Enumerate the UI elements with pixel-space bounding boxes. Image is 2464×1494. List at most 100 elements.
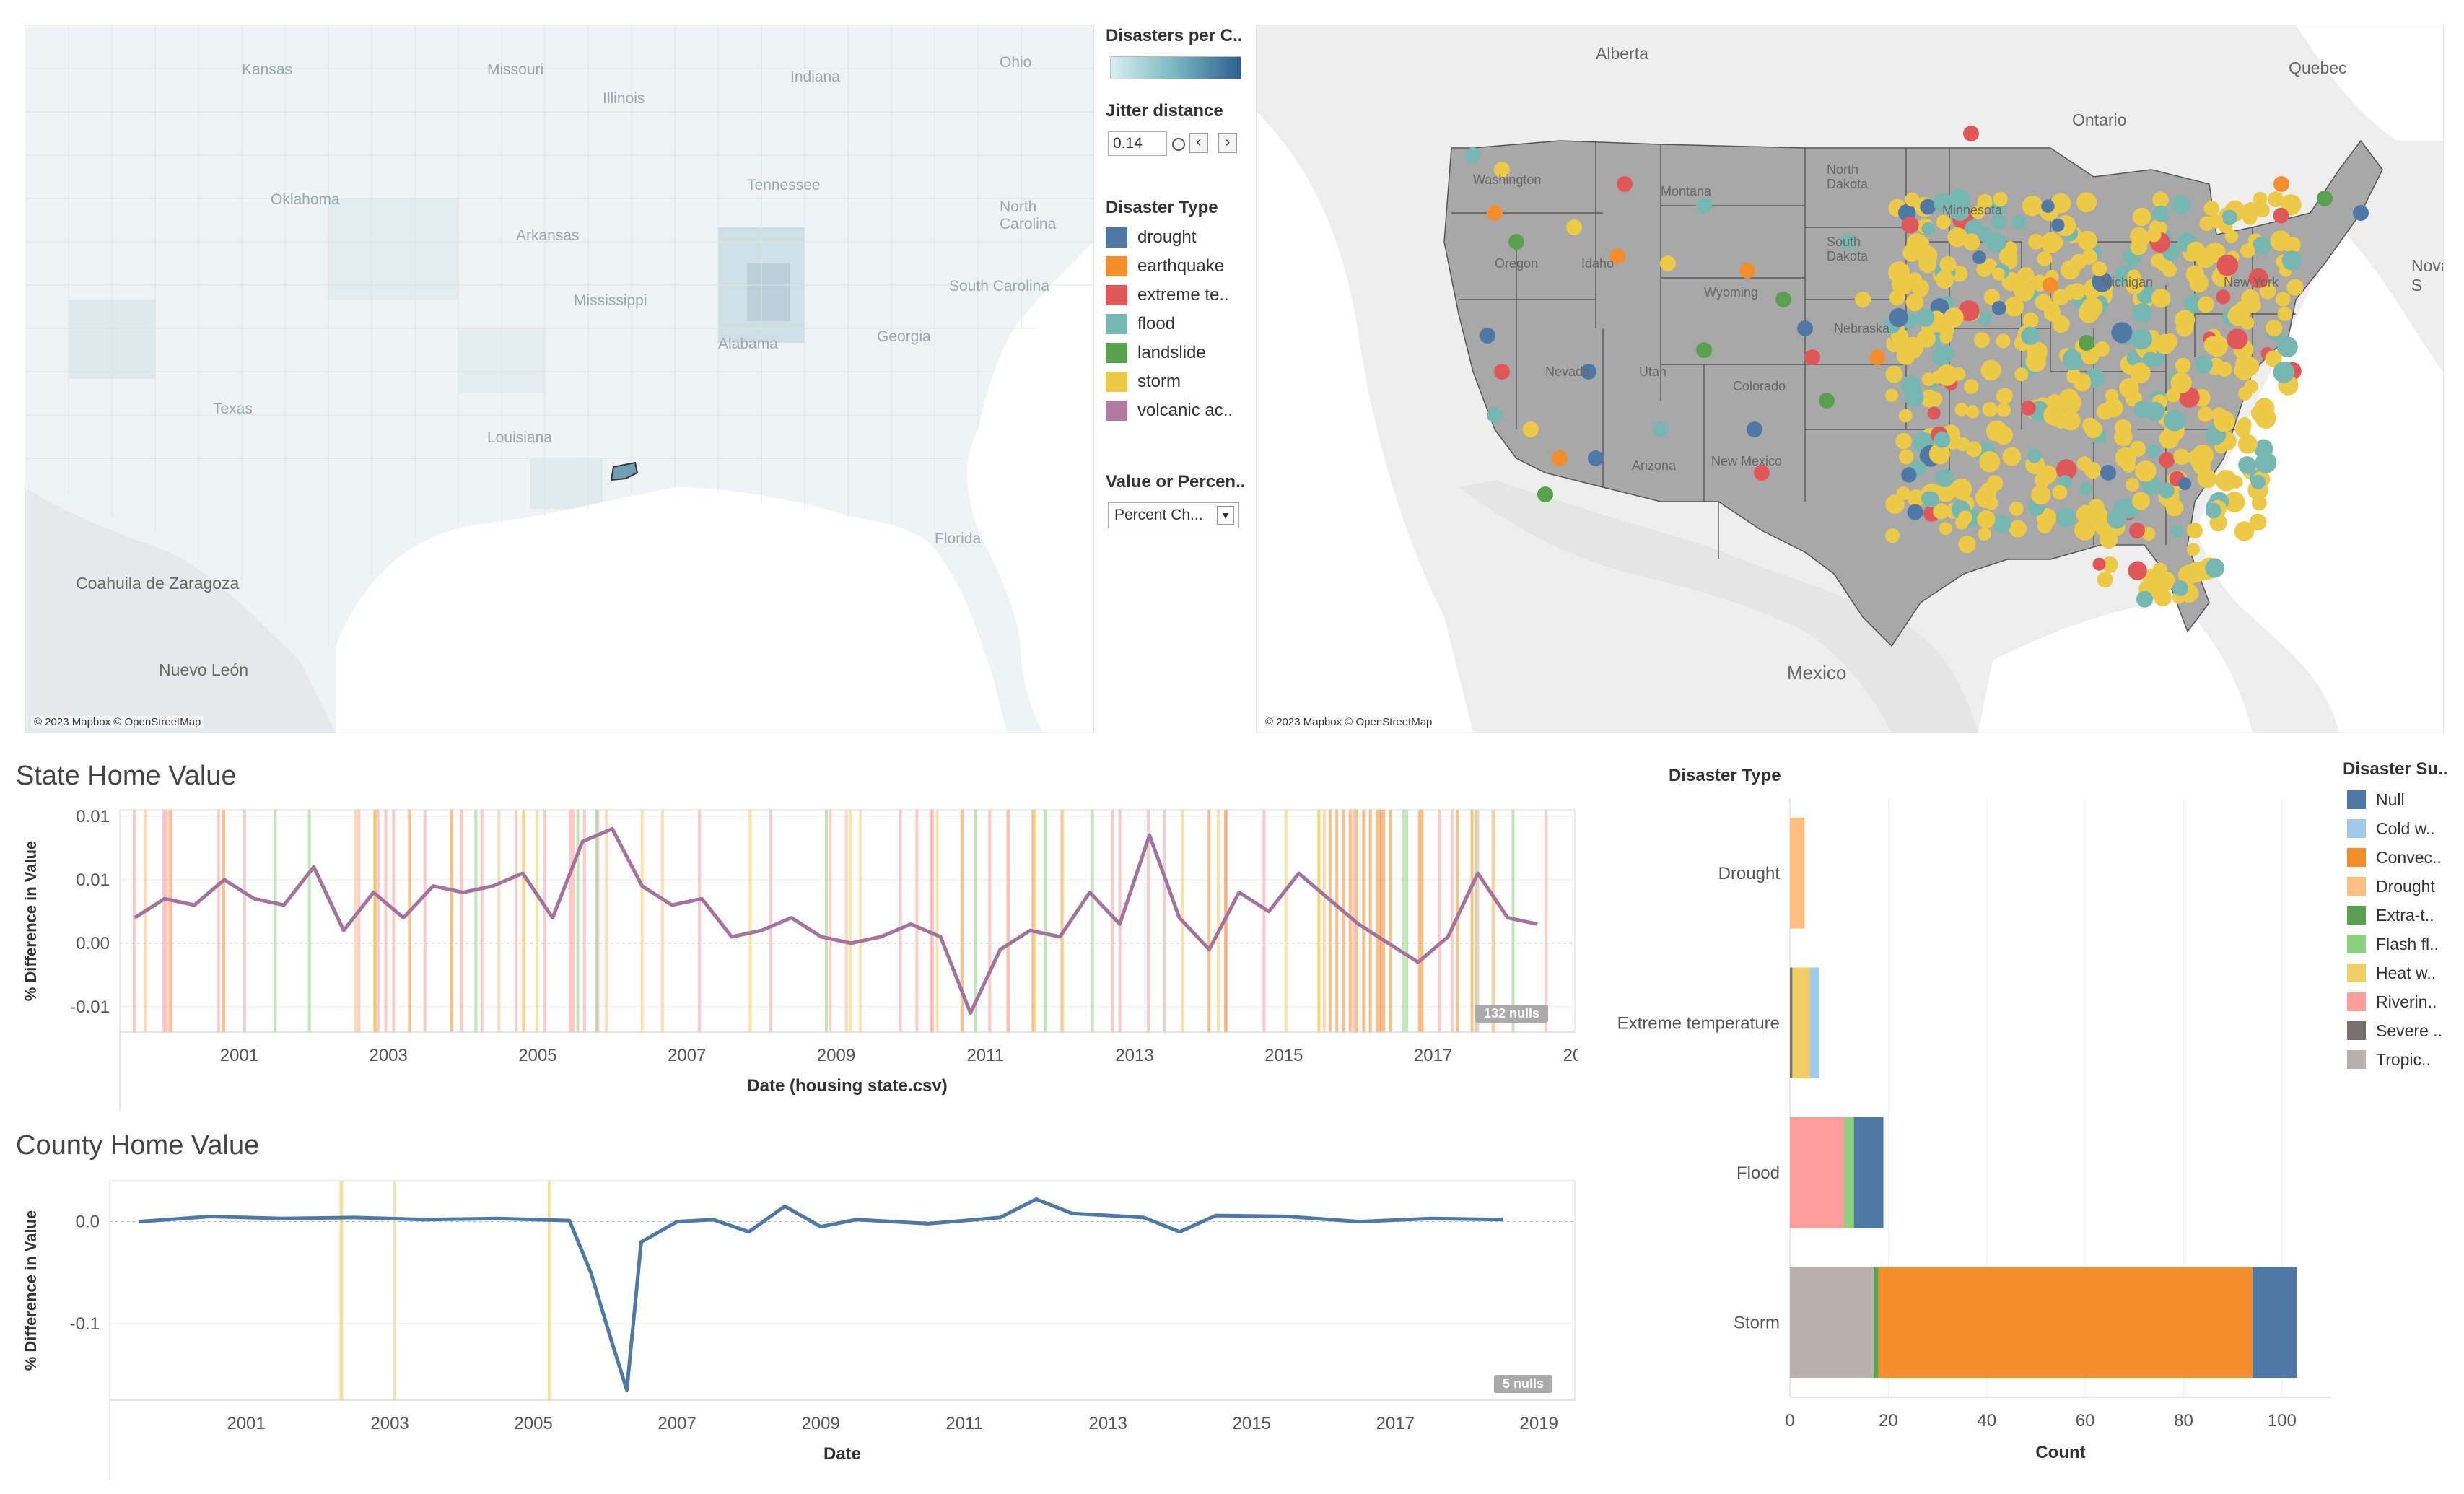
disaster-band[interactable] [217,810,220,1032]
disaster-point[interactable] [2094,341,2110,357]
disaster-point[interactable] [2273,176,2289,192]
bar-segment[interactable] [1790,967,1793,1079]
disaster-band[interactable] [1476,810,1480,1032]
county-home-value-chart[interactable]: 0.0 -0.1 2001 2003 2005 2007 2009 2011 2013 2015 2… [12,1174,1578,1494]
disaster-band[interactable] [1405,810,1409,1032]
disaster-point[interactable] [2092,261,2107,276]
disaster-point[interactable] [1936,270,1954,289]
disaster-band[interactable] [1375,810,1379,1032]
disaster-band[interactable] [1007,810,1010,1032]
disaster-point[interactable] [1985,497,1998,510]
disaster-point[interactable] [1907,504,1923,520]
disaster-point[interactable] [2135,460,2157,482]
disaster-point[interactable] [1978,227,1993,243]
disaster-band[interactable] [640,810,644,1032]
disaster-band[interactable] [935,810,939,1032]
disaster-point[interactable] [1908,272,1923,287]
disaster-point[interactable] [2286,279,2304,296]
disaster-point[interactable] [1996,333,2011,349]
disaster-point[interactable] [1916,328,1936,348]
subtype-legend-item[interactable]: Convec.. [2347,847,2442,868]
disaster-point[interactable] [2146,444,2161,458]
disaster-point[interactable] [2203,200,2220,217]
disaster-point[interactable] [2076,192,2097,213]
disaster-point[interactable] [2281,250,2302,271]
disaster-point[interactable] [1696,198,1712,214]
disaster-point[interactable] [1885,528,1900,543]
disaster-band[interactable] [1417,810,1421,1032]
disaster-band[interactable] [1335,810,1339,1032]
disaster-band[interactable] [930,810,933,1032]
disaster-point[interactable] [2053,289,2069,305]
disaster-band[interactable] [1450,810,1454,1032]
disaster-band[interactable] [1328,810,1332,1032]
disaster-point[interactable] [2115,419,2131,436]
disaster-band[interactable] [222,810,226,1032]
disaster-band[interactable] [522,810,525,1032]
disaster-point[interactable] [2100,465,2116,481]
disaster-band[interactable] [915,810,919,1032]
subtype-legend-item[interactable]: Flash fl.. [2347,934,2439,954]
disaster-band[interactable] [988,810,992,1032]
disaster-type-legend-item[interactable]: extreme te.. [1106,284,1229,306]
disaster-point[interactable] [2136,590,2153,608]
disaster-point[interactable] [1487,205,1503,221]
disaster-band[interactable] [1217,810,1220,1032]
disaster-point[interactable] [2052,484,2068,500]
disaster-point[interactable] [1617,176,1633,192]
bar-segment[interactable] [1853,1117,1884,1228]
disaster-point[interactable] [1660,255,1676,271]
right-us-map[interactable]: Alberta Quebec Ontario Nova S Washington… [1256,25,2444,733]
disaster-point[interactable] [2132,207,2151,227]
bar-segment[interactable] [1873,1267,1879,1379]
disaster-point[interactable] [2038,465,2057,484]
jitter-distance-input[interactable] [1108,131,1167,156]
disaster-band[interactable] [357,810,361,1032]
disaster-point[interactable] [2277,307,2292,321]
disaster-point[interactable] [2203,336,2222,354]
disaster-point[interactable] [1921,222,1935,235]
disaster-point[interactable] [2193,458,2211,476]
disaster-band[interactable] [408,810,411,1032]
disaster-point[interactable] [2173,448,2190,466]
disaster-point[interactable] [2131,492,2150,510]
disaster-point[interactable] [2041,199,2055,213]
disaster-point[interactable] [2152,191,2169,208]
disaster-point[interactable] [1939,256,1957,273]
disaster-point[interactable] [1696,342,1712,358]
disaster-point[interactable] [2021,401,2036,416]
disaster-point[interactable] [1898,409,1913,423]
disaster-point[interactable] [2197,296,2214,313]
disaster-band[interactable] [392,810,396,1032]
disaster-point[interactable] [1918,255,1936,274]
disaster-band[interactable] [1348,810,1352,1032]
disaster-point[interactable] [1902,244,1921,262]
disaster-point[interactable] [2172,580,2188,596]
disaster-point[interactable] [2154,589,2172,607]
disaster-band[interactable] [1492,810,1495,1032]
disaster-point[interactable] [1963,126,1979,141]
disaster-band[interactable] [1262,810,1266,1032]
disaster-band[interactable] [393,1181,396,1400]
disaster-band[interactable] [1317,810,1321,1032]
disaster-point[interactable] [2055,507,2076,528]
disaster-point[interactable] [2079,335,2094,351]
disaster-point[interactable] [2171,195,2190,215]
disaster-point[interactable] [2014,367,2029,382]
disaster-point[interactable] [2078,302,2100,323]
disaster-band[interactable] [748,810,752,1032]
disaster-band[interactable] [548,1181,551,1400]
disaster-point[interactable] [2240,243,2255,258]
disaster-point[interactable] [2004,297,2024,317]
disaster-band[interactable] [1379,810,1383,1032]
disaster-point[interactable] [1964,379,1979,394]
disaster-point[interactable] [2216,289,2231,305]
bar-segment[interactable] [1792,967,1810,1079]
disaster-point[interactable] [2009,520,2027,538]
jitter-increment-button[interactable]: › [1218,133,1237,153]
disaster-point[interactable] [2187,543,2200,556]
subtype-legend-item[interactable]: Tropic.. [2347,1049,2431,1070]
disaster-point[interactable] [2152,205,2170,222]
disaster-point[interactable] [2238,386,2253,401]
disaster-type-legend-item[interactable]: flood [1106,313,1175,335]
